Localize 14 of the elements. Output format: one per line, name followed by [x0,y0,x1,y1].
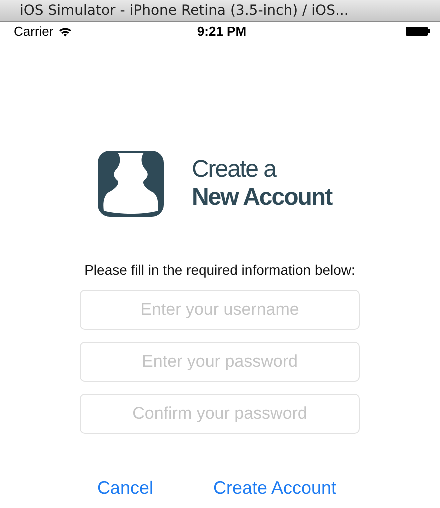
logo-title: Create a [192,156,278,184]
status-time: 9:21 PM [197,24,247,39]
instructions-text: Please fill in the required information below: [84,262,356,278]
input-field[interactable]: Enter your password [80,342,360,382]
battery-icon [406,27,430,36]
create-account-button[interactable]: Create Account [213,478,337,499]
person-silhouette-icon [98,151,164,217]
logo-title: New Account [192,184,332,212]
cancel-button[interactable]: Cancel [97,478,154,499]
window-title: iOS Simulator - iPhone Retina (3.5-inch) / iOS... [20,2,349,18]
input-field[interactable]: Enter your username [80,290,360,330]
carrier-label: Carrier [14,24,54,39]
input-field[interactable]: Confirm your password [80,394,360,434]
wifi-icon [58,26,72,36]
